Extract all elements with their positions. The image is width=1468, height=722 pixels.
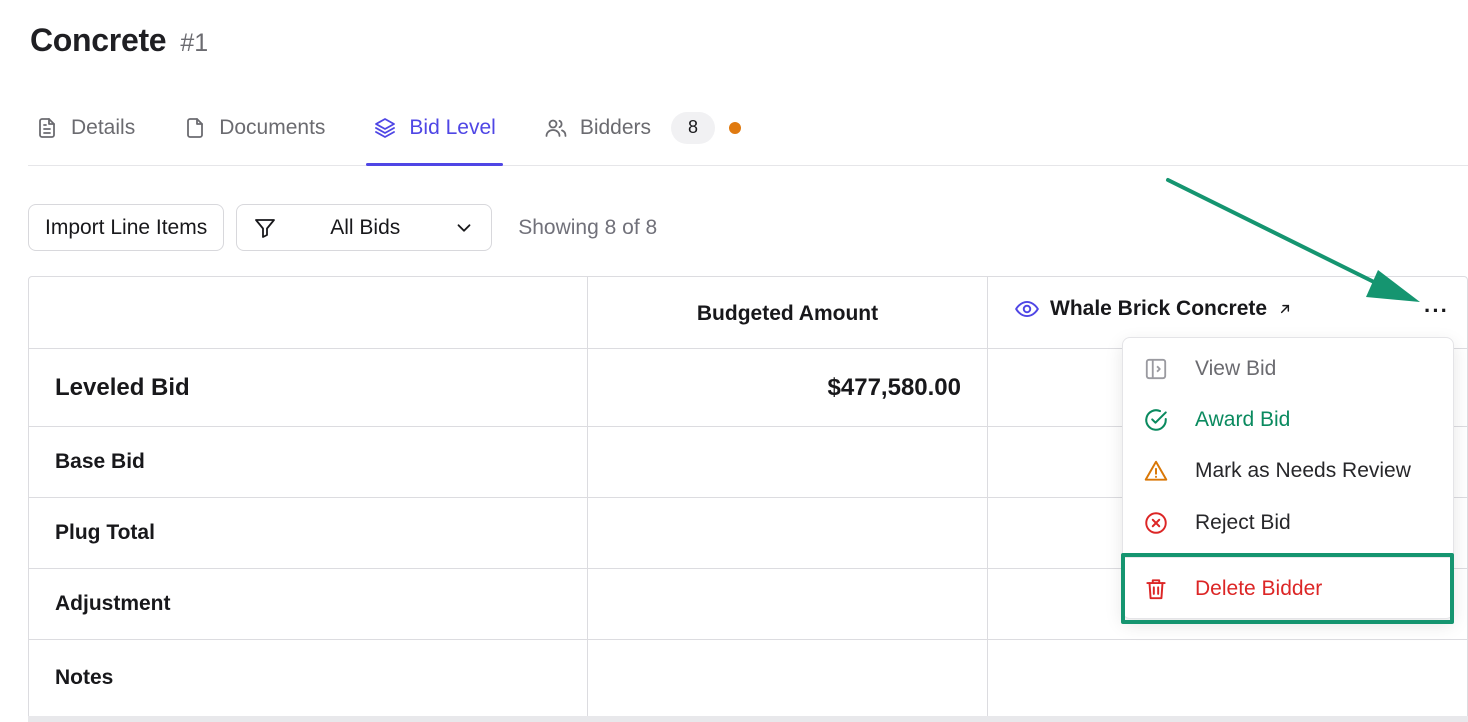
budget-value bbox=[588, 498, 988, 568]
import-line-items-button[interactable]: Import Line Items bbox=[28, 204, 225, 251]
chevron-down-icon bbox=[457, 223, 471, 232]
document-lines-icon bbox=[39, 117, 55, 138]
menu-item-view-bid[interactable]: View Bid bbox=[1123, 344, 1453, 394]
tab-bidders[interactable]: Bidders 8 bbox=[537, 90, 748, 165]
panel-right-icon bbox=[1145, 358, 1167, 380]
tab-bid-level[interactable]: Bid Level bbox=[366, 90, 504, 166]
showing-count: Showing 8 of 8 bbox=[518, 215, 658, 239]
table-row: Notes bbox=[29, 640, 1467, 716]
menu-item-delete-bidder[interactable]: Delete Bidder bbox=[1123, 564, 1453, 614]
check-circle-icon bbox=[1145, 409, 1167, 431]
notification-dot bbox=[729, 121, 742, 134]
budget-value bbox=[588, 640, 988, 716]
tab-bar: Details Documents Bid Level Bidders 8 bbox=[28, 90, 1468, 166]
menu-item-reject-bid[interactable]: Reject Bid bbox=[1123, 498, 1453, 548]
trash-icon bbox=[1146, 579, 1166, 600]
tab-label: Details bbox=[71, 115, 136, 139]
bidder-name-link[interactable]: Whale Brick Concrete bbox=[1050, 297, 1267, 321]
layers-icon bbox=[375, 117, 396, 138]
more-options-button[interactable]: ··· bbox=[1424, 298, 1449, 324]
budget-value bbox=[588, 569, 988, 639]
toolbar: Import Line Items All Bids Showing 8 of … bbox=[28, 204, 657, 251]
row-label: Notes bbox=[29, 640, 588, 716]
bidder-value bbox=[988, 640, 1467, 716]
menu-divider bbox=[1123, 557, 1453, 558]
menu-item-label: Mark as Needs Review bbox=[1195, 459, 1411, 482]
header-cell-empty bbox=[29, 277, 588, 348]
menu-item-award-bid[interactable]: Award Bid bbox=[1123, 395, 1453, 445]
row-label: Base Bid bbox=[29, 427, 588, 497]
eye-icon[interactable] bbox=[1014, 296, 1040, 322]
page-title: Concrete bbox=[30, 22, 167, 58]
warning-triangle-icon bbox=[1144, 460, 1168, 481]
tab-documents[interactable]: Documents bbox=[176, 90, 332, 165]
bidder-actions-menu: View Bid Award Bid Mark as Needs Review … bbox=[1122, 337, 1454, 619]
tab-details[interactable]: Details bbox=[28, 90, 142, 165]
budget-value bbox=[588, 427, 988, 497]
file-icon bbox=[187, 117, 204, 138]
menu-item-label: Award Bid bbox=[1195, 408, 1291, 431]
menu-item-label: View Bid bbox=[1195, 357, 1277, 380]
external-link-icon[interactable] bbox=[1277, 301, 1293, 317]
menu-item-label: Reject Bid bbox=[1195, 511, 1291, 534]
budget-value: $477,580.00 bbox=[588, 349, 988, 426]
users-icon bbox=[545, 119, 567, 137]
header-budgeted-amount: Budgeted Amount bbox=[588, 277, 988, 348]
menu-item-needs-review[interactable]: Mark as Needs Review bbox=[1123, 446, 1453, 496]
bidders-count-badge: 8 bbox=[671, 111, 716, 144]
tab-label: Documents bbox=[219, 115, 326, 139]
page-header: Concrete #1 bbox=[30, 22, 208, 59]
row-label: Leveled Bid bbox=[29, 349, 588, 426]
x-circle-icon bbox=[1145, 512, 1167, 534]
tab-label: Bid Level bbox=[409, 115, 496, 139]
page-number: #1 bbox=[180, 29, 209, 57]
table-footer-strip bbox=[28, 716, 1468, 722]
filter-icon bbox=[255, 218, 276, 238]
bid-filter-select[interactable]: All Bids bbox=[236, 204, 493, 251]
filter-selected-value: All Bids bbox=[330, 215, 401, 239]
menu-item-label: Delete Bidder bbox=[1195, 577, 1323, 600]
row-label: Plug Total bbox=[29, 498, 588, 568]
row-label: Adjustment bbox=[29, 569, 588, 639]
tab-label: Bidders bbox=[579, 115, 652, 139]
